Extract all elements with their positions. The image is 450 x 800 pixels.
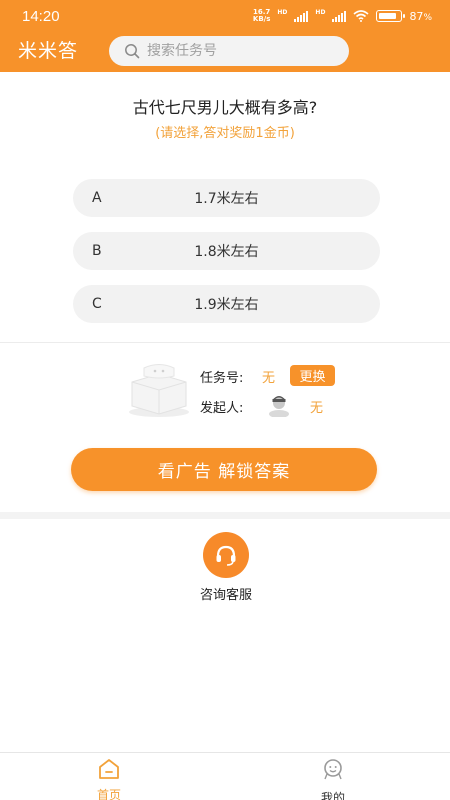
search-bar[interactable] (109, 36, 349, 66)
swap-task-button[interactable]: 更换 (290, 365, 335, 386)
watch-ad-unlock-button[interactable]: 看广告 解锁答案 (71, 448, 377, 491)
search-input[interactable] (147, 43, 327, 59)
answer-options: A 1.7米左右 B 1.8米左右 C 1.9米左右 (73, 179, 380, 338)
option-b[interactable]: B 1.8米左右 (73, 232, 380, 270)
app-screen: 14:20 16.7 KB/s HD HD 87% 米米答 搜索任务号 古代七尺… (0, 0, 450, 800)
bottom-tab-bar: 首页 我的 (0, 752, 450, 800)
option-letter: A (92, 190, 102, 206)
customer-service-label: 咨询客服 (199, 588, 252, 603)
task-number-label: 任务号: (200, 371, 244, 386)
app-title: 米米答 (18, 40, 79, 62)
option-c[interactable]: C 1.9米左右 (73, 285, 380, 323)
tab-mine-label: 我的 (320, 791, 345, 800)
customer-service[interactable]: 咨询客服 (188, 532, 264, 603)
hd-badge: HD (277, 8, 288, 16)
status-bar: 14:20 16.7 KB/s HD HD 87% (0, 0, 450, 32)
option-letter: B (92, 243, 102, 259)
section-separator (0, 512, 450, 519)
option-text: 1.7米左右 (194, 191, 259, 207)
tab-home-label: 首页 (96, 788, 121, 800)
avatar (269, 396, 289, 417)
status-time: 14:20 (22, 8, 60, 25)
initiator-value: 无 (310, 401, 324, 416)
profile-icon (324, 759, 342, 780)
battery-fill (378, 12, 397, 19)
tab-mine[interactable]: 我的 (303, 757, 363, 800)
search-icon (117, 36, 147, 66)
battery-percent: 87% (409, 9, 432, 23)
tab-home[interactable]: 首页 (79, 757, 139, 800)
status-indicators: 16.7 KB/s HD HD 87% (253, 9, 432, 23)
network-speed: 16.7 KB/s (252, 8, 271, 23)
box-illustration-icon (129, 364, 189, 417)
section-divider (0, 342, 450, 343)
option-text: 1.9米左右 (194, 297, 259, 313)
task-number-value: 无 (262, 371, 276, 386)
header-bar: 14:20 16.7 KB/s HD HD 87% 米米答 搜索任务号 (0, 0, 450, 72)
option-letter: C (92, 296, 102, 312)
battery-icon (376, 10, 406, 22)
initiator-label: 发起人: (200, 401, 244, 416)
question-text: 古代七尺男儿大概有多高? (132, 98, 318, 117)
wifi-icon (353, 10, 369, 22)
hd-badge-2: HD (315, 8, 326, 16)
signal-icon-2 (332, 10, 347, 22)
option-text: 1.8米左右 (194, 244, 259, 260)
signal-icon (294, 10, 309, 22)
option-a[interactable]: A 1.7米左右 (73, 179, 380, 217)
reward-hint: (请选择,答对奖励1金币) (155, 126, 295, 141)
headset-icon (203, 532, 249, 578)
home-icon (99, 759, 119, 779)
